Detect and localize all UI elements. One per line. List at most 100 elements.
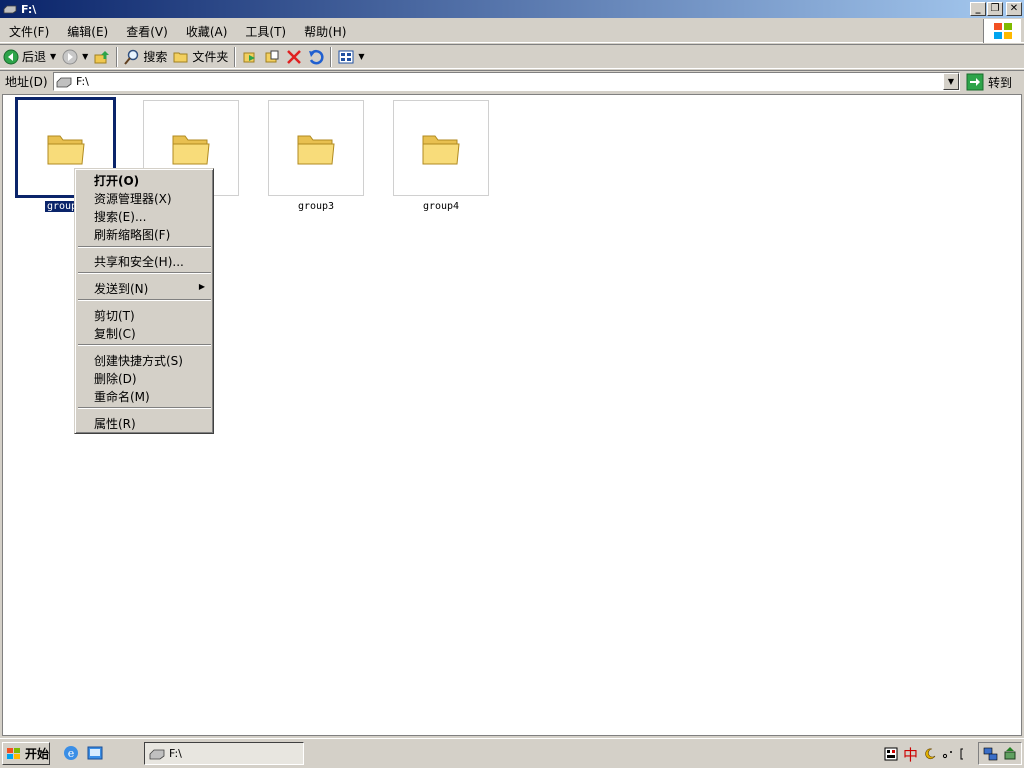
delete-x-icon xyxy=(287,49,302,64)
views-grid-icon xyxy=(338,50,354,63)
internet-explorer-icon[interactable]: e xyxy=(62,744,80,762)
search-icon xyxy=(124,49,139,65)
explorer-window: F:\ _ ❐ ✕ 文件(F) 编辑(E) 查看(V) 收藏(A) 工具(T) … xyxy=(0,0,1024,738)
toolbar-separator xyxy=(330,46,333,67)
menu-file[interactable]: 文件(F) xyxy=(9,23,49,40)
folder-icon xyxy=(173,52,188,62)
up-folder-icon xyxy=(94,50,110,63)
quick-launch: e xyxy=(62,744,104,762)
ctx-cut[interactable]: 剪切(T) xyxy=(94,307,135,324)
ime-toolbar: 中 xyxy=(884,743,965,765)
toolbar-separator xyxy=(116,46,119,67)
back-label: 后退 xyxy=(22,50,47,64)
safely-remove-hardware-icon[interactable] xyxy=(1002,746,1018,762)
menu-tools[interactable]: 工具(T) xyxy=(245,23,286,40)
ctx-delete[interactable]: 删除(D) xyxy=(94,370,137,387)
minimize-button[interactable]: _ xyxy=(970,2,986,16)
go-button[interactable]: 转到 xyxy=(966,72,1012,92)
menu-view[interactable]: 查看(V) xyxy=(126,23,168,40)
undo-icon xyxy=(309,49,324,64)
menu-separator xyxy=(78,299,211,301)
windows-logo-icon xyxy=(983,19,1021,43)
menu-separator xyxy=(78,407,211,409)
forward-arrow-icon xyxy=(62,49,78,64)
menu-separator xyxy=(78,246,211,248)
address-dropdown-button[interactable]: ▼ xyxy=(943,73,959,90)
back-button[interactable]: 后退 ▼ xyxy=(0,46,59,68)
forward-button[interactable]: ▼ xyxy=(59,46,91,68)
drive-icon xyxy=(3,5,17,14)
close-button[interactable]: ✕ xyxy=(1006,2,1022,16)
ime-keyboard-icon[interactable] xyxy=(884,747,898,761)
delete-button[interactable] xyxy=(283,46,305,68)
svg-text:e: e xyxy=(68,747,75,760)
move-to-icon xyxy=(243,52,256,62)
ime-chinese-mode[interactable]: 中 xyxy=(903,744,918,765)
window-title: F:\ xyxy=(21,2,37,16)
menu-separator xyxy=(78,344,211,346)
search-label: 搜索 xyxy=(143,50,168,64)
taskbar-window-button[interactable]: F:\ xyxy=(144,742,304,765)
ctx-explorer[interactable]: 资源管理器(X) xyxy=(94,190,172,207)
undo-button[interactable] xyxy=(305,46,327,68)
folder-label-group3[interactable]: group3 xyxy=(268,201,364,212)
up-folder-button[interactable] xyxy=(91,46,113,68)
menu-edit[interactable]: 编辑(E) xyxy=(67,23,108,40)
menu-separator xyxy=(78,272,211,274)
back-dropdown-icon[interactable]: ▼ xyxy=(50,52,56,61)
address-label: 地址(D) xyxy=(5,75,48,89)
submenu-arrow-icon: ▶ xyxy=(198,282,205,291)
ctx-create-shortcut[interactable]: 创建快捷方式(S) xyxy=(94,352,183,369)
start-button[interactable]: 开始 xyxy=(2,742,50,765)
folders-label: 文件夹 xyxy=(192,50,229,64)
folder-icon xyxy=(422,135,460,165)
copy-to-button[interactable] xyxy=(261,46,283,68)
taskbar: 开始 e F:\ 中 xyxy=(0,738,1024,768)
folder-item-group3[interactable] xyxy=(268,100,364,196)
folder-item-group4[interactable] xyxy=(393,100,489,196)
restore-button[interactable]: ❐ xyxy=(987,2,1003,16)
title-bar[interactable]: F:\ _ ❐ ✕ xyxy=(0,0,1024,18)
menu-favorites[interactable]: 收藏(A) xyxy=(186,23,228,40)
network-icon[interactable] xyxy=(983,746,999,762)
folder-icon xyxy=(47,135,85,164)
folder-label-group4[interactable]: group4 xyxy=(393,201,489,212)
address-value: F:\ xyxy=(76,75,89,88)
ime-halfwidth-moon-icon[interactable] xyxy=(923,747,937,761)
menu-help[interactable]: 帮助(H) xyxy=(304,23,346,40)
ime-softkeyboard-icon[interactable] xyxy=(959,747,965,761)
ctx-open[interactable]: 打开(O) xyxy=(94,172,139,189)
ctx-search[interactable]: 搜索(E)... xyxy=(94,208,146,225)
system-tray xyxy=(978,742,1022,765)
go-label: 转到 xyxy=(988,75,1013,90)
folders-button[interactable]: 文件夹 xyxy=(170,46,231,68)
address-input[interactable]: F:\ ▼ xyxy=(53,72,960,91)
forward-dropdown-icon[interactable]: ▼ xyxy=(82,52,88,61)
ctx-refresh-thumbnail[interactable]: 刷新缩略图(F) xyxy=(94,226,170,243)
back-arrow-icon xyxy=(3,49,19,64)
show-desktop-icon[interactable] xyxy=(86,744,104,762)
folder-icon xyxy=(172,135,210,165)
menu-bar: 文件(F) 编辑(E) 查看(V) 收藏(A) 工具(T) 帮助(H) xyxy=(0,20,1024,43)
ime-punctuation-icon[interactable] xyxy=(942,747,954,761)
folder-icon xyxy=(297,135,335,165)
ctx-send-to[interactable]: 发送到(N) xyxy=(94,280,148,297)
views-button[interactable]: ▼ xyxy=(335,46,367,68)
taskbar-window-title: F:\ xyxy=(169,747,182,760)
windows-flag-icon xyxy=(7,747,20,759)
drive-icon xyxy=(149,749,165,759)
standard-toolbar: 后退 ▼ ▼ 搜索 文件夹 ▼ xyxy=(0,44,1024,69)
start-label: 开始 xyxy=(25,747,50,761)
ctx-copy[interactable]: 复制(C) xyxy=(94,325,136,342)
toolbar-separator xyxy=(234,46,237,67)
copy-to-icon xyxy=(265,50,279,62)
context-menu: 打开(O) 资源管理器(X) 搜索(E)... 刷新缩略图(F) 共享和安全(H… xyxy=(74,168,214,434)
ctx-rename[interactable]: 重命名(M) xyxy=(94,388,150,405)
views-dropdown-icon[interactable]: ▼ xyxy=(358,52,364,61)
address-bar: 地址(D) F:\ ▼ 转到 xyxy=(0,70,1024,92)
drive-icon xyxy=(56,77,72,87)
ctx-sharing-security[interactable]: 共享和安全(H)... xyxy=(94,253,184,270)
ctx-properties[interactable]: 属性(R) xyxy=(94,415,136,432)
search-button[interactable]: 搜索 xyxy=(121,46,170,68)
move-to-button[interactable] xyxy=(239,46,261,68)
